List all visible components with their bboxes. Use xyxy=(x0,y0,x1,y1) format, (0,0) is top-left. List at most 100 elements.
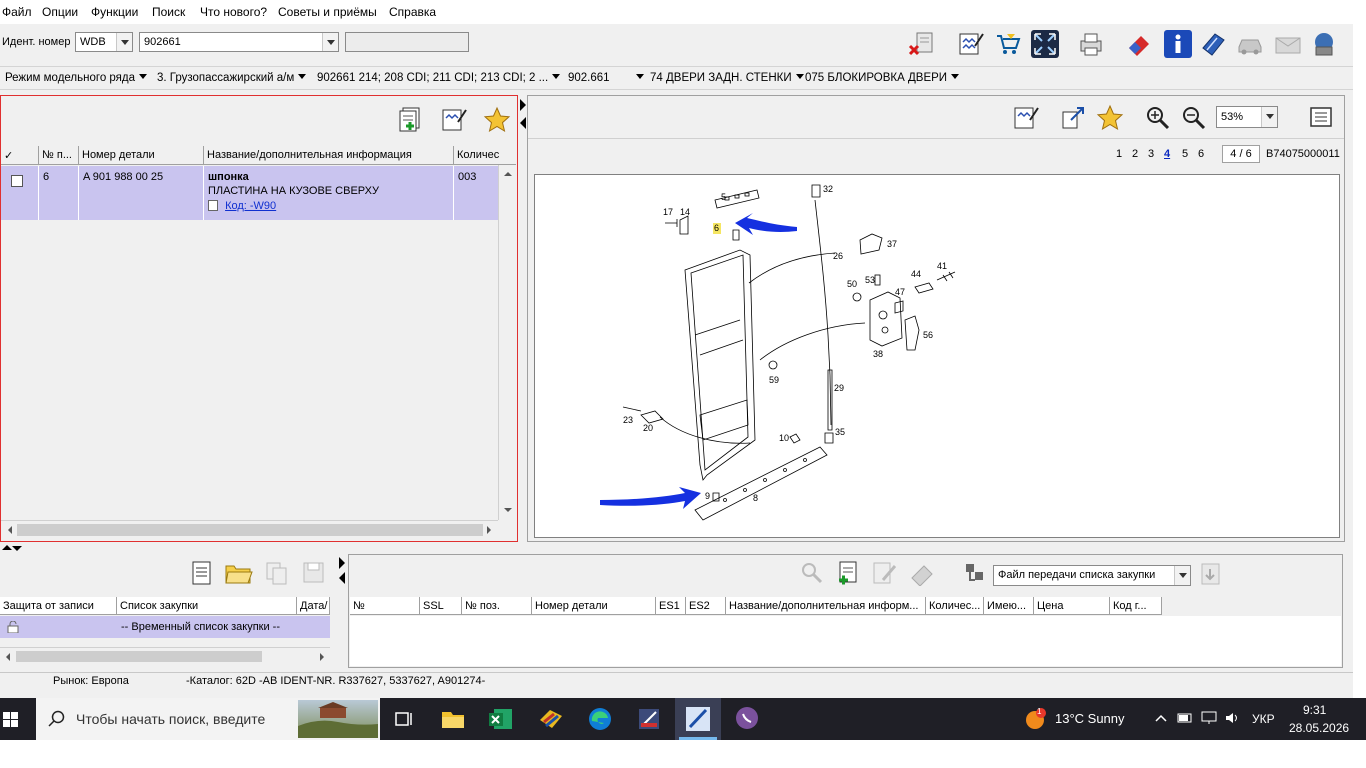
menu-options[interactable]: Опции xyxy=(42,5,78,19)
copy-icon[interactable] xyxy=(264,560,290,586)
menu-search[interactable]: Поиск xyxy=(152,5,185,19)
copy-add-icon[interactable] xyxy=(397,106,425,134)
zoom-select[interactable]: 53% xyxy=(1216,106,1278,128)
search-part-icon[interactable] xyxy=(799,560,825,586)
chevron-down-icon[interactable] xyxy=(322,33,338,51)
edge-browser-icon[interactable] xyxy=(585,704,615,734)
list-document-icon[interactable] xyxy=(190,560,214,586)
col-no[interactable]: № xyxy=(350,597,420,615)
diagram-label[interactable]: 20 xyxy=(643,423,653,433)
col-qty[interactable]: Количес xyxy=(454,146,516,164)
page-link[interactable]: 5 xyxy=(1182,148,1188,160)
horizontal-splitter-arrows[interactable] xyxy=(0,543,24,553)
open-folder-icon[interactable] xyxy=(224,560,254,586)
col-pos[interactable]: № п... xyxy=(39,146,79,164)
diagram-label[interactable]: 23 xyxy=(623,415,633,425)
info-icon[interactable] xyxy=(1164,30,1192,58)
diagram-label[interactable]: 59 xyxy=(769,375,779,385)
col-date[interactable]: Дата/ xyxy=(297,597,330,615)
eraser-icon[interactable] xyxy=(1125,30,1153,58)
col-pos[interactable]: № поз. xyxy=(462,597,532,615)
diagram-label[interactable]: 8 xyxy=(753,493,758,503)
breadcrumb-item[interactable]: 74 ДВЕРИ ЗАДН. СТЕНКИ xyxy=(650,72,804,84)
eraser-icon[interactable] xyxy=(909,560,937,587)
page-link[interactable]: 2 xyxy=(1132,148,1138,160)
col-shopping-list[interactable]: Список закупки xyxy=(117,597,297,615)
row-code-link[interactable]: Код: -W90 xyxy=(225,200,276,212)
diagram-label[interactable]: 6 xyxy=(714,223,719,233)
horizontal-scrollbar[interactable] xyxy=(1,520,498,538)
breadcrumb-item[interactable]: 902.661 xyxy=(568,72,644,84)
excel-icon[interactable] xyxy=(486,704,516,734)
manual-book-icon[interactable] xyxy=(1199,30,1227,58)
diagram-label[interactable]: 9 xyxy=(705,491,710,501)
breadcrumb-item[interactable]: 3. Грузопассажирский а/м xyxy=(157,72,307,84)
table-row[interactable]: 6 A 901 988 00 25 шпонка ПЛАСТИНА НА КУЗ… xyxy=(1,166,498,220)
clock-date[interactable]: 28.05.2026 xyxy=(1289,721,1349,735)
favorite-star-icon[interactable] xyxy=(483,106,511,134)
diagram-label[interactable]: 5 xyxy=(721,192,726,202)
favorite-star-icon[interactable] xyxy=(1096,104,1124,132)
vehicle-icon[interactable] xyxy=(1236,30,1264,58)
start-button[interactable] xyxy=(0,698,36,740)
zoom-in-icon[interactable] xyxy=(1144,104,1172,132)
breadcrumb-item[interactable]: 902661 214; 208 CDI; 211 CDI; 213 CDI; 2… xyxy=(317,72,561,84)
epc-app-icon[interactable] xyxy=(536,704,566,734)
menu-help[interactable]: Справка xyxy=(389,5,436,19)
media-app-icon[interactable] xyxy=(634,704,664,734)
chevron-up-icon[interactable] xyxy=(1154,712,1168,724)
ident-number-input[interactable]: 902661 xyxy=(139,32,339,52)
save-icon[interactable] xyxy=(301,560,327,586)
diagram-label[interactable]: 10 xyxy=(779,433,789,443)
col-ssl[interactable]: SSL xyxy=(420,597,462,615)
splitter-arrows[interactable] xyxy=(519,97,527,137)
diagram-label[interactable]: 26 xyxy=(833,251,843,261)
col-write-protect[interactable]: Защита от записи xyxy=(0,597,117,615)
vertical-scrollbar[interactable] xyxy=(498,165,516,520)
menu-functions[interactable]: Функции xyxy=(91,5,138,19)
chevron-down-icon[interactable] xyxy=(116,33,132,51)
page-link[interactable]: 6 xyxy=(1198,148,1204,160)
transfer-file-select[interactable]: Файл передачи списка закупки xyxy=(993,565,1191,586)
diagram-label[interactable]: 44 xyxy=(911,269,921,279)
col-qty[interactable]: Количес... xyxy=(926,597,984,615)
diagram-label[interactable]: 37 xyxy=(887,239,897,249)
diagram-label[interactable]: 14 xyxy=(680,207,690,217)
breadcrumb-item[interactable]: 075 БЛОКИРОВКА ДВЕРИ xyxy=(805,72,960,84)
zoom-out-icon[interactable] xyxy=(1180,104,1208,132)
diagram-label[interactable]: 38 xyxy=(873,349,883,359)
edit-notes-icon[interactable] xyxy=(440,106,468,134)
clock-time[interactable]: 9:31 xyxy=(1303,703,1326,717)
diagram-label[interactable]: 50 xyxy=(847,279,857,289)
horizontal-scrollbar[interactable] xyxy=(0,647,330,664)
col-part-number[interactable]: Номер детали xyxy=(79,146,204,164)
col-es1[interactable]: ES1 xyxy=(656,597,686,615)
breadcrumb-item[interactable]: Режим модельного ряда xyxy=(5,72,148,84)
splitter-arrows[interactable] xyxy=(338,556,346,586)
col-available[interactable]: Имею... xyxy=(984,597,1034,615)
ident-prefix-select[interactable]: WDB xyxy=(75,32,133,52)
print-icon[interactable] xyxy=(1077,30,1105,58)
diagram-label[interactable]: 35 xyxy=(835,427,845,437)
diagram-label[interactable]: 17 xyxy=(663,207,673,217)
col-code[interactable]: Код г... xyxy=(1110,597,1162,615)
delete-document-icon[interactable] xyxy=(908,30,936,58)
taskbar-search[interactable]: Чтобы начать поиск, введите xyxy=(36,698,380,740)
chevron-down-icon[interactable] xyxy=(1174,566,1190,585)
diagram-label[interactable]: 41 xyxy=(937,261,947,271)
parts-diagram[interactable]: 5 32 17 14 6 26 37 50 53 44 41 47 56 38 … xyxy=(534,174,1340,538)
document-list-icon[interactable] xyxy=(1307,104,1335,132)
network-icon[interactable] xyxy=(1310,30,1338,58)
edit-notes-icon[interactable] xyxy=(957,30,985,58)
col-check[interactable]: ✓ xyxy=(1,146,39,164)
page-link[interactable]: 1 xyxy=(1116,148,1122,160)
fit-window-icon[interactable] xyxy=(1059,104,1087,132)
col-name[interactable]: Название/дополнительная информ... xyxy=(726,597,926,615)
chevron-down-icon[interactable] xyxy=(1261,107,1277,127)
edit-notes-icon[interactable] xyxy=(1012,104,1040,132)
weather-text[interactable]: 13°C Sunny xyxy=(1055,711,1125,726)
row-checkbox[interactable] xyxy=(11,175,23,187)
viber-icon[interactable] xyxy=(732,704,762,734)
diagram-label[interactable]: 32 xyxy=(823,184,833,194)
battery-icon[interactable] xyxy=(1176,710,1194,726)
